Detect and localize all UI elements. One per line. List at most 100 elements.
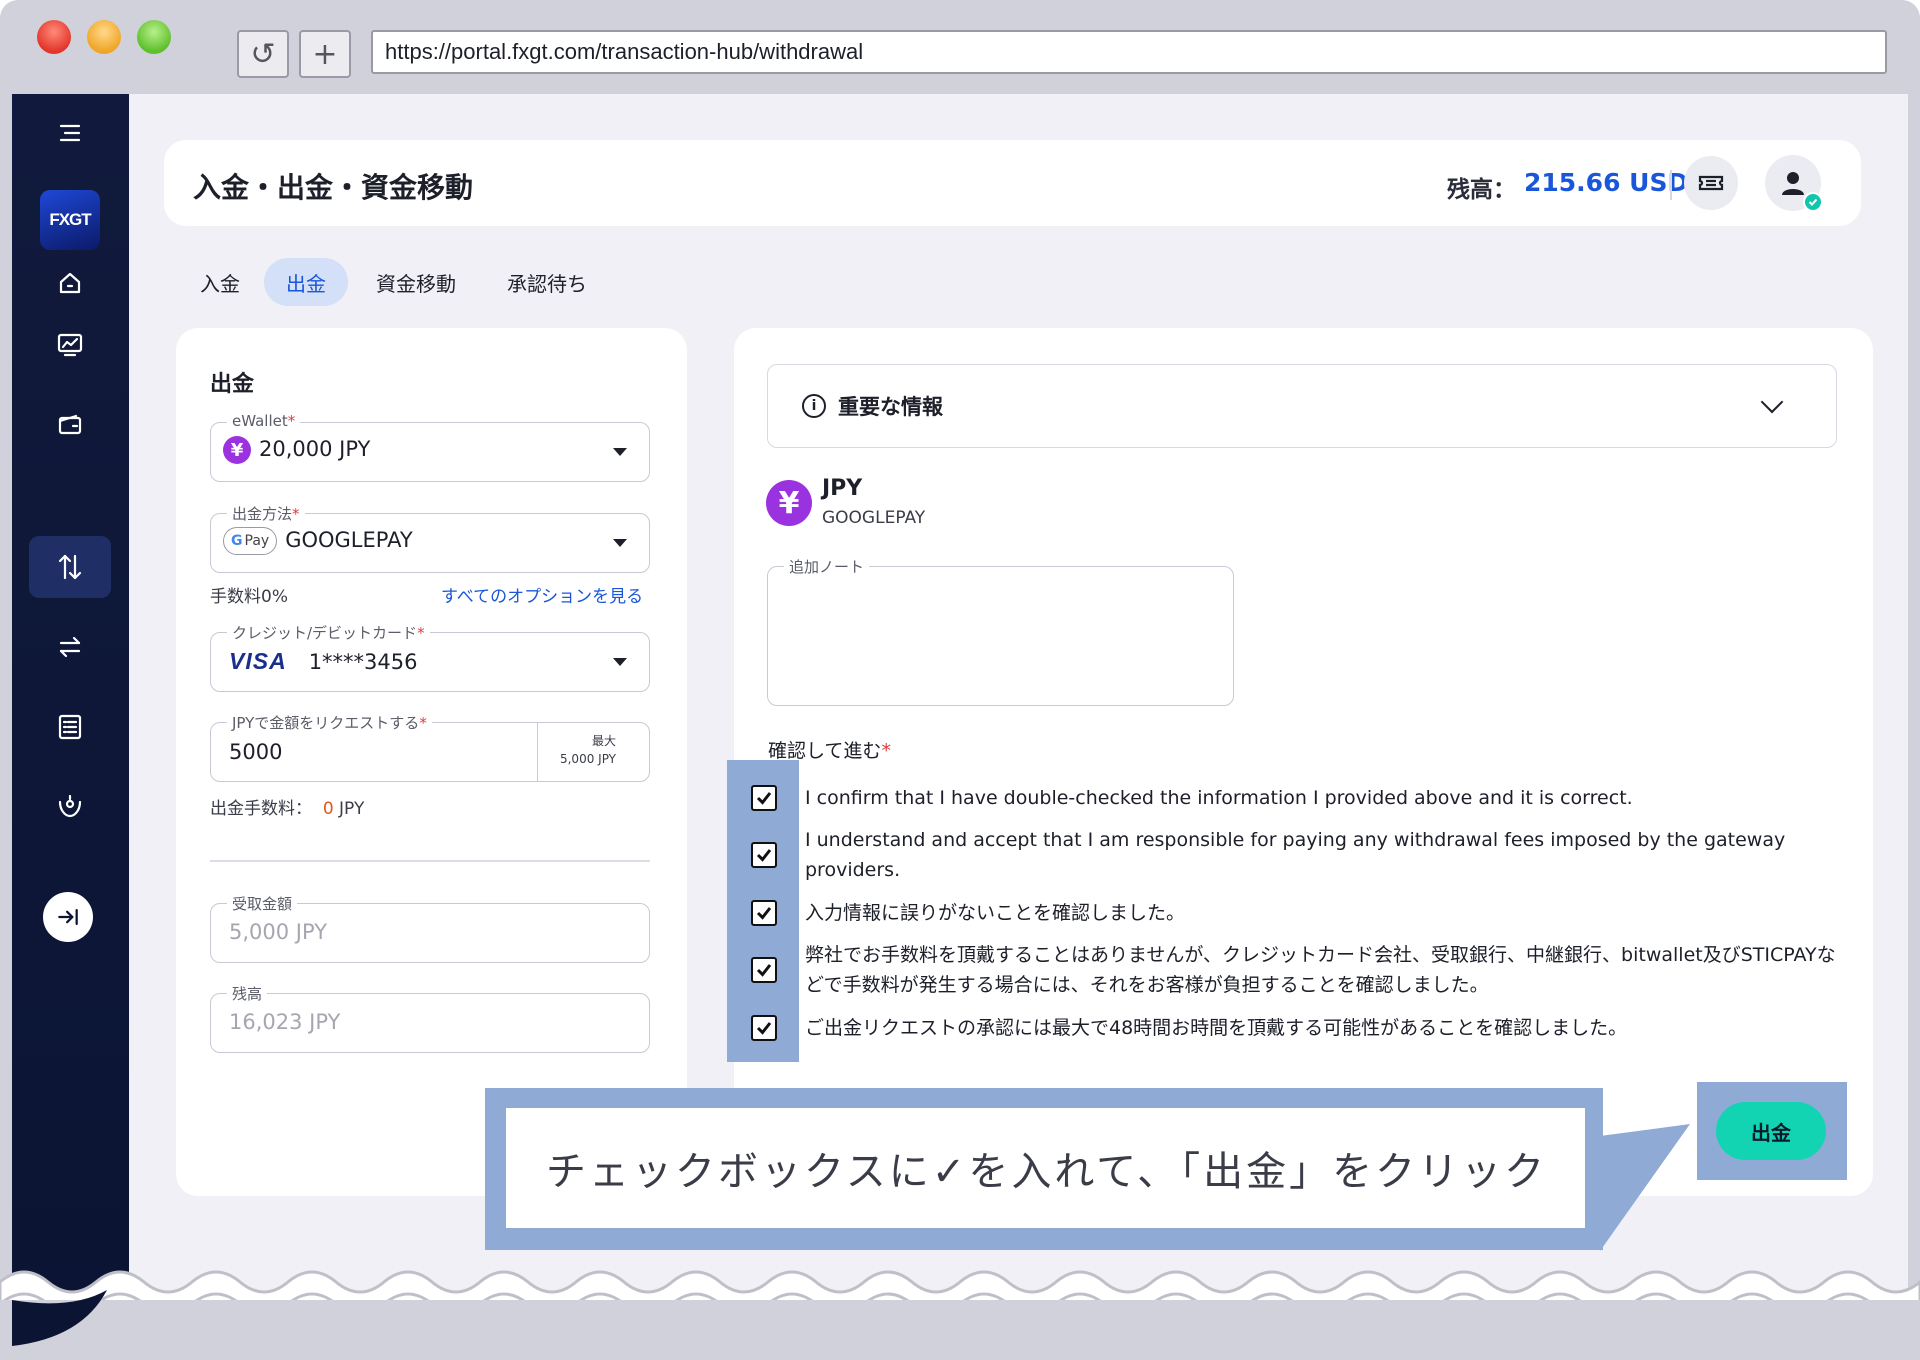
confirm-text-2: I understand and accept that I am respon… bbox=[805, 829, 1786, 881]
maximize-window-button[interactable] bbox=[137, 20, 171, 54]
balance-value: 215.66 USD bbox=[1524, 168, 1689, 197]
ewallet-select[interactable]: eWallet* ¥20,000 JPY bbox=[210, 412, 650, 482]
fee-rate: 手数料0% bbox=[210, 587, 288, 607]
remaining-label: 残高 bbox=[227, 983, 268, 1004]
receive-label: 受取金額 bbox=[227, 893, 298, 914]
dropdown-caret-icon bbox=[613, 539, 627, 547]
sidebar-item-transactions[interactable] bbox=[29, 536, 111, 598]
fxgt-logo[interactable]: FXGT bbox=[40, 190, 100, 250]
expand-sidebar-button[interactable] bbox=[43, 892, 93, 942]
method-label: 出金方法* bbox=[227, 503, 305, 524]
see-all-options-link[interactable]: すべてのオプションを見る bbox=[441, 582, 643, 607]
currency-name: JPY bbox=[822, 476, 863, 501]
dropdown-caret-icon bbox=[613, 448, 627, 456]
confirm-text-3: 入力情報に誤りがないことを確認しました。 bbox=[805, 902, 1186, 924]
receive-amount-field: 受取金額 5,000 JPY bbox=[210, 893, 650, 963]
home-icon bbox=[59, 272, 81, 294]
important-info-title: 重要な情報 bbox=[838, 395, 943, 419]
tab-transfer-label: 資金移動 bbox=[376, 271, 456, 296]
confirm-checkbox-1[interactable] bbox=[751, 785, 777, 811]
tab-deposit[interactable]: 入金 bbox=[178, 258, 262, 306]
menu-button[interactable] bbox=[29, 102, 111, 164]
sidebar-item-wallet[interactable] bbox=[29, 394, 111, 456]
note-label: 追加ノート bbox=[784, 556, 870, 577]
jpy-currency-icon: ¥ bbox=[766, 480, 812, 526]
ticket-button[interactable] bbox=[1684, 156, 1738, 210]
list-icon bbox=[58, 714, 82, 740]
expand-icon bbox=[58, 908, 78, 926]
swap-icon bbox=[59, 636, 81, 658]
yen-icon: ¥ bbox=[223, 436, 251, 464]
browser-window: ↺ + https://portal.fxgt.com/transaction-… bbox=[0, 0, 1920, 1360]
confirm-checkbox-5[interactable] bbox=[751, 1015, 777, 1041]
dropdown-caret-icon bbox=[613, 658, 627, 666]
confirm-text-4: 弊社でお手数料を頂戴することはありませんが、クレジットカード会社、受取銀行、中継… bbox=[805, 944, 1836, 996]
confirm-text-5: ご出金リクエストの承認には最大で48時間お時間を頂戴する可能性があることを確認し… bbox=[805, 1017, 1628, 1039]
checkmark-icon bbox=[756, 1022, 772, 1035]
max-amount[interactable]: 最大 5,000 JPY bbox=[537, 722, 640, 782]
checkmark-icon bbox=[756, 792, 772, 805]
tab-deposit-label: 入金 bbox=[200, 271, 240, 296]
amount-value: 5000 bbox=[229, 740, 283, 764]
checkmark-icon bbox=[756, 907, 772, 920]
page-title: 入金・出金・資金移動 bbox=[193, 171, 474, 204]
sidebar-item-history[interactable] bbox=[29, 696, 111, 758]
tab-withdraw-label: 出金 bbox=[286, 271, 326, 296]
card-select[interactable]: クレジット/デビットカード* VISA 1****3456 bbox=[210, 622, 650, 692]
checkmark-icon bbox=[756, 964, 772, 977]
tab-pending[interactable]: 承認待ち bbox=[485, 258, 609, 306]
instruction-text: チェックボックスに✓を入れて、「出金」をクリック bbox=[506, 1108, 1585, 1228]
sidebar-item-trading[interactable] bbox=[29, 314, 111, 376]
card-label: クレジット/デビットカード* bbox=[227, 622, 430, 643]
reload-button[interactable]: ↺ bbox=[237, 30, 289, 78]
menu-icon bbox=[59, 124, 81, 142]
withdraw-submit-button[interactable]: 出金 bbox=[1716, 1102, 1826, 1160]
ticket-icon bbox=[1698, 175, 1724, 191]
amount-label: JPYで金額をリクエストする* bbox=[227, 712, 432, 733]
remaining-balance-field: 残高 16,023 JPY bbox=[210, 983, 650, 1053]
new-tab-button[interactable]: + bbox=[299, 30, 351, 78]
additional-note-textarea[interactable]: 追加ノート bbox=[767, 556, 1234, 706]
tab-transfer[interactable]: 資金移動 bbox=[354, 258, 478, 306]
tab-withdraw[interactable]: 出金 bbox=[264, 258, 348, 306]
header-divider bbox=[1670, 170, 1672, 200]
confirm-text-1: I confirm that I have double-checked the… bbox=[805, 787, 1633, 809]
reload-icon: ↺ bbox=[250, 36, 276, 72]
confirm-checkbox-4[interactable] bbox=[751, 957, 777, 983]
payment-method-name: GOOGLEPAY bbox=[822, 508, 926, 528]
form-title: 出金 bbox=[210, 372, 255, 397]
confirm-checkbox-2[interactable] bbox=[751, 842, 777, 868]
user-icon bbox=[1782, 172, 1804, 195]
address-bar[interactable]: https://portal.fxgt.com/transaction-hub/… bbox=[371, 30, 1887, 74]
balance-label: 残高： bbox=[1447, 177, 1516, 203]
receive-value: 5,000 JPY bbox=[229, 920, 328, 944]
ewallet-value: ¥20,000 JPY bbox=[223, 436, 370, 464]
sidebar: FXGT bbox=[12, 94, 129, 1344]
confirm-title: 確認して進む* bbox=[768, 740, 891, 762]
tab-pending-label: 承認待ち bbox=[507, 271, 587, 296]
minimize-window-button[interactable] bbox=[87, 20, 121, 54]
chart-icon bbox=[57, 333, 83, 357]
window-bottom-frame bbox=[0, 1300, 1920, 1360]
verified-check-icon bbox=[1803, 192, 1823, 212]
sidebar-item-home[interactable] bbox=[29, 252, 111, 314]
confirm-checkbox-3[interactable] bbox=[751, 900, 777, 926]
ewallet-label: eWallet* bbox=[227, 412, 301, 430]
withdraw-fee: 出金手数料： 0 JPY bbox=[210, 799, 365, 819]
checkmark-icon bbox=[756, 849, 772, 862]
close-window-button[interactable] bbox=[37, 20, 71, 54]
google-pay-icon: G Pay bbox=[223, 527, 278, 555]
sidebar-item-support[interactable] bbox=[29, 776, 111, 838]
sidebar-item-transfer[interactable] bbox=[29, 616, 111, 678]
wallet-icon bbox=[58, 414, 82, 435]
method-value: G Pay GOOGLEPAY bbox=[223, 527, 413, 555]
sidebar-bottom-fragment bbox=[12, 1290, 107, 1346]
info-icon: i bbox=[802, 394, 826, 418]
method-select[interactable]: 出金方法* G Pay GOOGLEPAY bbox=[210, 503, 650, 573]
form-divider bbox=[210, 860, 650, 862]
details-card bbox=[734, 328, 1873, 1196]
transfer-icon bbox=[58, 554, 82, 580]
card-value: VISA 1****3456 bbox=[229, 648, 418, 674]
plus-icon: + bbox=[312, 36, 338, 72]
visa-logo: VISA bbox=[229, 648, 287, 674]
